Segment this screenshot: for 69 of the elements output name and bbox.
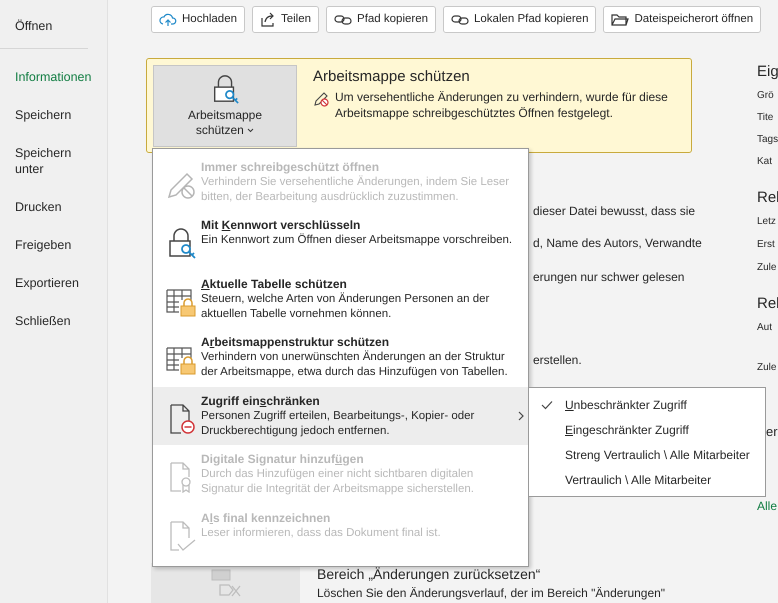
submenu-item[interactable]: Streng Vertraulich \ Alle Mitarbeiter [529, 442, 765, 467]
menu-item-title: Digitale Signatur hinzufügen [201, 451, 365, 468]
folder-icon [611, 12, 630, 26]
menu-item-title: Arbeitsmappenstruktur schützen [201, 334, 390, 350]
panel-title: Arbeitsmappe schützen [313, 67, 471, 87]
submenu-item-label: Eingeschränkter Zugriff [565, 422, 689, 438]
submenu-item-label: Unbeschränkter Zugriff [565, 396, 687, 414]
toolbar-button[interactable]: Hochladen [151, 6, 245, 33]
property-label: Tite [757, 111, 774, 125]
menu-item-description: Leser informieren, dass das Dokument final ist. [201, 526, 442, 541]
sidebar-item[interactable]: Öffnen [0, 18, 107, 34]
sidebar-item[interactable]: Speichern unter [0, 145, 107, 177]
property-label: Tags [757, 133, 778, 147]
toolbar-button[interactable]: Dateispeicherort öffnen [603, 6, 762, 33]
menu-item-description: Verhindern von unerwünschten Änderungen an der Struktur der Arbeitsmappe, etwa durch das Hinzufügen von Tabellen. [201, 350, 509, 380]
menu-item-description: Ein Kennwort zum Öffnen dieser Arbeitsmappe vorschreiben. [201, 233, 513, 248]
pencil-prohibited-icon [313, 91, 329, 107]
body-text: erstellen. [533, 352, 583, 368]
reset-button[interactable] [151, 563, 300, 603]
menu-item-description: Durch das Hinzufügen einer nicht sichtbaren digitalen Signatur die Integrität der Arbeitsmappe sicherstellen. [201, 467, 475, 498]
menu-item-title: Zugriff einschränken [201, 392, 321, 409]
property-label: Grö [757, 89, 775, 103]
document-delete-icon [210, 569, 240, 599]
panel-message: Um versehentliche Änderungen zu verhindern, wurde für diese Arbeitsmappe schreibgeschütztes Öffnen festgelegt. [335, 89, 669, 121]
toolbar-button[interactable]: Pfad kopieren [326, 6, 436, 33]
caret-icon [247, 128, 254, 134]
property-label: Zule [757, 361, 778, 375]
sidebar-item[interactable]: Informationen [0, 69, 107, 85]
cloud-upload-icon [159, 12, 177, 28]
protect-workbook-button[interactable]: Arbeitsmappe schützen [153, 65, 297, 147]
property-label: Letz [757, 215, 777, 229]
section-title: Bereich „Änderungen zurücksetzen“ [317, 565, 542, 583]
property-link[interactable]: Alle [757, 498, 778, 514]
submenu-item[interactable]: Vertraulich \ Alle Mitarbeiter [529, 467, 765, 492]
property-label: Kat [757, 155, 774, 169]
sidebar-item[interactable]: Freigeben [0, 237, 107, 253]
body-text: erungen nur schwer gelesen [533, 269, 686, 285]
menu-item-title: Immer schreibgeschützt öffnen [201, 159, 380, 175]
menu-item[interactable]: Mit Kennwort verschlüsseln Ein Kennwort zum Öffnen dieser Arbeitsmappe vorschreiben. [153, 211, 528, 270]
menu-item[interactable]: Zugriff einschränken Personen Zugriff erteilen, Bearbeitungs-, Kopier- oder Druckberechtigung jedoch entfernen. [153, 386, 528, 446]
submenu-item-label: Streng Vertraulich \ Alle Mitarbeiter [565, 446, 750, 464]
property-heading: er [765, 423, 778, 441]
sidebar-item[interactable]: Schließen [0, 313, 107, 329]
submenu-item[interactable]: Unbeschränkter Zugriff [529, 392, 765, 417]
link-icon [334, 12, 352, 26]
body-text: dieser Datei bewusst, dass sie [533, 203, 696, 219]
property-label: Zule [757, 261, 778, 275]
menu-item-title: Aktuelle Tabelle schützen [201, 276, 348, 292]
menu-item-description: Personen Zugriff erteilen, Bearbeitungs-, Kopier- oder Druckberechtigung jedoch entfernen. [201, 408, 476, 439]
sidebar-item[interactable]: Exportieren [0, 275, 107, 291]
menu-item-title: Mit Kennwort verschlüsseln [201, 217, 362, 233]
property-label: Erst [757, 238, 776, 252]
sidebar-item[interactable]: Speichern [0, 107, 107, 123]
body-text: d, Name des Autors, Verwandte [533, 235, 703, 251]
menu-item-description: Verhindern Sie versehentliche Änderungen, indem Sie Leser bitten, der Bearbeitung ausdrücklich zuzustimmen. [201, 175, 510, 205]
submenu-item-label: Vertraulich \ Alle Mitarbeiter [565, 472, 712, 488]
property-label: Aut [757, 321, 774, 335]
share-icon [260, 12, 276, 28]
toolbar-button[interactable]: Lokalen Pfad kopieren [443, 6, 596, 33]
sidebar-item[interactable]: Drucken [0, 199, 107, 215]
submenu-item[interactable]: Eingeschränkter Zugriff [529, 417, 765, 442]
property-heading: Eig [757, 62, 778, 82]
menu-item-title: Als final kennzeichnen [201, 510, 332, 526]
section-description: Löschen Sie den Änderungsverlauf, der im Bereich "Änderungen" [317, 585, 666, 601]
toolbar-button[interactable]: Teilen [252, 6, 320, 33]
menu-item-description: Steuern, welche Arten von Änderungen Personen an der aktuellen Tabelle vornehmen können. [201, 292, 490, 322]
menu-item[interactable]: Aktuelle Tabelle schützen Steuern, welche Arten von Änderungen Personen an der aktuellen Tabelle vornehmen können. [153, 270, 528, 328]
menu-item[interactable]: Arbeitsmappenstruktur schützen Verhindern von unerwünschten Änderungen an der Struktur der Arbeitsmappe, etwa durch das Hinzufügen von Tabellen. [153, 328, 528, 387]
link-icon [451, 12, 470, 26]
